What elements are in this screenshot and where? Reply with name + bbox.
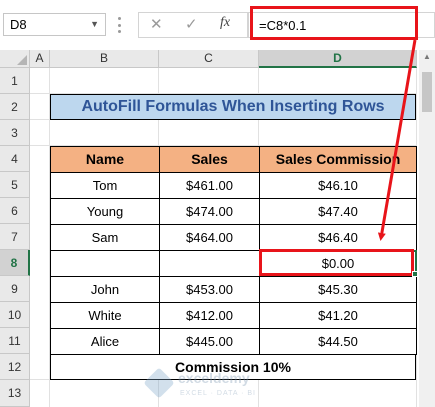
cell-text: $44.50 xyxy=(318,334,358,349)
watermark: exceldemy EXCEL · DATA · BI xyxy=(143,367,298,404)
column-header-a[interactable]: A xyxy=(30,50,50,68)
cell-text: $41.20 xyxy=(318,308,358,323)
select-all-icon xyxy=(17,55,27,65)
table-cell[interactable]: John xyxy=(50,276,160,303)
cell-text: $412.00 xyxy=(186,308,233,323)
row-header-8[interactable]: 8 xyxy=(0,250,30,276)
cell-text: $46.10 xyxy=(318,178,358,193)
table-cell[interactable]: $453.00 xyxy=(159,276,260,303)
header-name-text: Name xyxy=(85,151,125,167)
cell-text: John xyxy=(90,282,120,297)
table-cell[interactable]: Sam xyxy=(50,224,160,251)
table-cell[interactable]: $464.00 xyxy=(159,224,260,251)
row-header-12[interactable]: 12 xyxy=(0,354,30,380)
fill-handle[interactable] xyxy=(412,271,418,277)
header-commission-text: Sales Commission xyxy=(275,151,401,167)
column-header-c[interactable]: C xyxy=(159,50,259,68)
cell-text: $474.00 xyxy=(186,204,233,219)
watermark-logo-icon xyxy=(143,367,175,399)
select-all-button[interactable] xyxy=(0,50,30,68)
cell-text: White xyxy=(88,308,122,323)
row-header-13[interactable]: 13 xyxy=(0,380,30,407)
cell-text: $461.00 xyxy=(186,178,233,193)
table-cell[interactable]: Alice xyxy=(50,328,160,355)
header-sales-text: Sales xyxy=(191,151,228,167)
header-sales[interactable]: Sales xyxy=(159,146,260,173)
cell-text: $45.30 xyxy=(318,282,358,297)
table-cell[interactable]: $44.50 xyxy=(259,328,417,355)
row-header-1[interactable]: 1 xyxy=(0,68,30,94)
row-header-9[interactable]: 9 xyxy=(0,276,30,302)
watermark-name: exceldemy xyxy=(178,370,250,386)
table-cell[interactable]: $47.40 xyxy=(259,198,417,225)
row-header-4[interactable]: 4 xyxy=(0,146,30,172)
name-box-value: D8 xyxy=(10,17,27,32)
column-header-b[interactable]: B xyxy=(50,50,159,68)
table-cell[interactable] xyxy=(50,250,160,277)
table-cell[interactable]: $412.00 xyxy=(159,302,260,329)
table-cell[interactable]: Tom xyxy=(50,172,160,199)
table-cell[interactable]: $46.40 xyxy=(259,224,417,251)
table-cell[interactable]: $46.10 xyxy=(259,172,417,199)
formula-bar: D8 ▼ ✕ ✓ fx =C8*0.1 xyxy=(0,0,435,50)
name-box[interactable]: D8 ▼ xyxy=(3,13,106,36)
row-header-3[interactable]: 3 xyxy=(0,120,30,146)
row-header-10[interactable]: 10 xyxy=(0,302,30,328)
name-box-dropdown-icon[interactable]: ▼ xyxy=(90,19,99,29)
column-header-d[interactable]: D xyxy=(259,50,417,68)
header-sales-commission[interactable]: Sales Commission xyxy=(259,146,417,173)
row-header-5[interactable]: 5 xyxy=(0,172,30,198)
watermark-tagline: EXCEL · DATA · BI xyxy=(180,390,256,397)
cell-text: $46.40 xyxy=(318,230,358,245)
scroll-up-icon[interactable]: ▲ xyxy=(419,52,435,66)
vertical-scrollbar[interactable]: ▲ xyxy=(419,50,435,407)
table-cell[interactable] xyxy=(159,250,260,277)
enter-icon[interactable]: ✓ xyxy=(185,15,198,33)
table-cell[interactable]: White xyxy=(50,302,160,329)
cancel-icon[interactable]: ✕ xyxy=(150,15,163,33)
table-cell[interactable]: $41.20 xyxy=(259,302,417,329)
cell-text: Tom xyxy=(92,178,118,193)
table-cell[interactable]: $45.30 xyxy=(259,276,417,303)
cell-text: $453.00 xyxy=(186,282,233,297)
formula-bar-grip-icon[interactable] xyxy=(118,17,122,33)
fx-icon[interactable]: fx xyxy=(220,15,230,31)
row-header-11[interactable]: 11 xyxy=(0,328,30,354)
table-cell[interactable]: $461.00 xyxy=(159,172,260,199)
cell-text: Alice xyxy=(90,334,120,349)
table-cell[interactable]: $445.00 xyxy=(159,328,260,355)
scroll-thumb[interactable] xyxy=(422,72,432,112)
cell-text: $47.40 xyxy=(318,204,358,219)
cell-text: Sam xyxy=(91,230,119,245)
sheet-title: AutoFill Formulas When Inserting Rows xyxy=(81,98,385,115)
header-name[interactable]: Name xyxy=(50,146,160,173)
cell-text: $445.00 xyxy=(186,334,233,349)
cell-text: $464.00 xyxy=(186,230,233,245)
formula-highlight-box xyxy=(250,6,418,40)
table-cell[interactable]: Young xyxy=(50,198,160,225)
d8-highlight-box xyxy=(259,249,414,276)
row-header-2[interactable]: 2 xyxy=(0,94,30,120)
title-cell[interactable]: AutoFill Formulas When Inserting Rows xyxy=(50,94,416,120)
cell-text: Young xyxy=(86,204,124,219)
row-header-7[interactable]: 7 xyxy=(0,224,30,250)
row-header-6[interactable]: 6 xyxy=(0,198,30,224)
table-cell[interactable]: $474.00 xyxy=(159,198,260,225)
